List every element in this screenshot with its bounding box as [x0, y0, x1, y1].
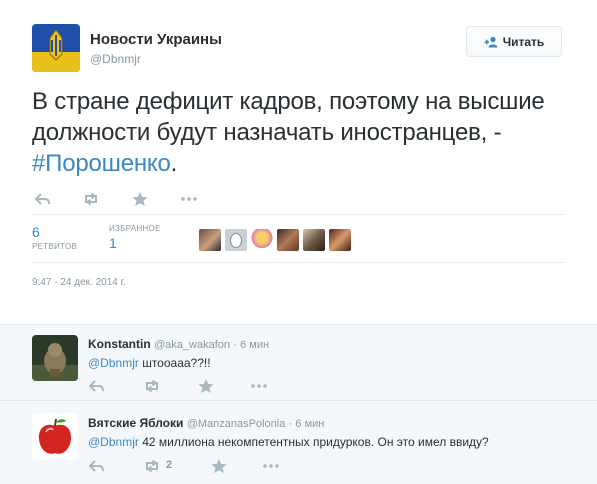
reply-body: штоoааа??!!: [138, 356, 211, 370]
replies-section: Konstantin @aka_wakafon · 6 мин @Dbnmjr …: [0, 324, 597, 484]
follow-person-icon: [484, 36, 498, 47]
reply-author[interactable]: Вятские Яблоки @ManzanasPolonia · 6 мин: [88, 416, 324, 430]
mention-link[interactable]: @Dbnmjr: [88, 435, 139, 449]
favorite-icon[interactable]: [131, 191, 149, 207]
reply-author-name: Вятские Яблоки: [88, 416, 184, 430]
avatar[interactable]: [277, 229, 299, 251]
reply-tweet: Konstantin @aka_wakafon · 6 мин @Dbnmjr …: [0, 325, 597, 405]
reply-text: @Dbnmjr штоoааа??!!: [88, 356, 211, 370]
more-icon[interactable]: [180, 191, 198, 207]
avatar[interactable]: [303, 229, 325, 251]
reply-icon[interactable]: [34, 191, 52, 207]
author-handle[interactable]: @Dbnmjr: [90, 52, 141, 66]
reply-author-name: Konstantin: [88, 337, 151, 351]
reply-author-handle: @ManzanasPolonia: [186, 418, 286, 430]
avatar[interactable]: [329, 229, 351, 251]
favorites-count: 1: [109, 235, 117, 251]
avatar[interactable]: [225, 229, 247, 251]
main-tweet: Новости Украины @Dbnmjr Читать В стране …: [0, 0, 597, 324]
retweet-icon[interactable]: [82, 191, 100, 207]
reply-author-handle: @aka_wakafon: [154, 339, 231, 351]
reply-avatar[interactable]: [32, 414, 78, 460]
avatar[interactable]: [199, 229, 221, 251]
favorite-icon[interactable]: [197, 378, 215, 394]
author-name[interactable]: Новости Украины: [90, 31, 222, 48]
favorites-label: ИЗБРАННОЕ: [109, 224, 161, 233]
mention-link[interactable]: @Dbnmjr: [88, 356, 139, 370]
reply-time[interactable]: · 6 мин: [233, 339, 269, 351]
retweets-stat[interactable]: 6 РЕТВИТОВ: [32, 224, 77, 251]
hashtag-link[interactable]: #Порошенко: [32, 150, 171, 177]
tweet-body-end: .: [170, 150, 178, 177]
tweet-timestamp[interactable]: 9:47 - 24 дек. 2014 г.: [32, 277, 126, 288]
more-icon[interactable]: [250, 378, 268, 394]
more-icon[interactable]: [262, 458, 280, 474]
reply-avatar[interactable]: [32, 335, 78, 381]
divider: [32, 262, 565, 263]
follow-button[interactable]: Читать: [466, 26, 562, 57]
reply-icon[interactable]: [88, 458, 106, 474]
reply-tweet: Вятские Яблоки @ManzanasPolonia · 6 мин …: [0, 403, 597, 483]
favorite-icon[interactable]: [210, 458, 228, 474]
author-avatar[interactable]: [32, 24, 80, 72]
favoriters-avatars: [199, 229, 351, 251]
avatar[interactable]: [251, 229, 273, 251]
tweet-text: В стране дефицит кадров, поэтому на высш…: [32, 86, 552, 179]
retweet-icon[interactable]: [143, 458, 161, 474]
reply-text: @Dbnmjr 42 миллиона некомпетентных приду…: [88, 435, 489, 449]
divider: [32, 214, 565, 215]
retweets-label: РЕТВИТОВ: [32, 242, 78, 251]
tweet-body: В стране дефицит кадров, поэтому на высш…: [32, 88, 545, 146]
favorites-stat[interactable]: ИЗБРАННОЕ 1: [109, 224, 161, 251]
reply-author[interactable]: Konstantin @aka_wakafon · 6 мин: [88, 337, 269, 351]
retweets-count: 6: [32, 224, 40, 240]
reply-body: 42 миллиона некомпетентных придурков. Он…: [138, 435, 489, 449]
retweet-icon[interactable]: [143, 378, 161, 394]
reply-time[interactable]: · 6 мин: [289, 418, 325, 430]
reply-icon[interactable]: [88, 378, 106, 394]
retweet-count: 2: [166, 459, 173, 471]
reply-separator: [0, 400, 597, 401]
follow-label: Читать: [502, 34, 545, 49]
